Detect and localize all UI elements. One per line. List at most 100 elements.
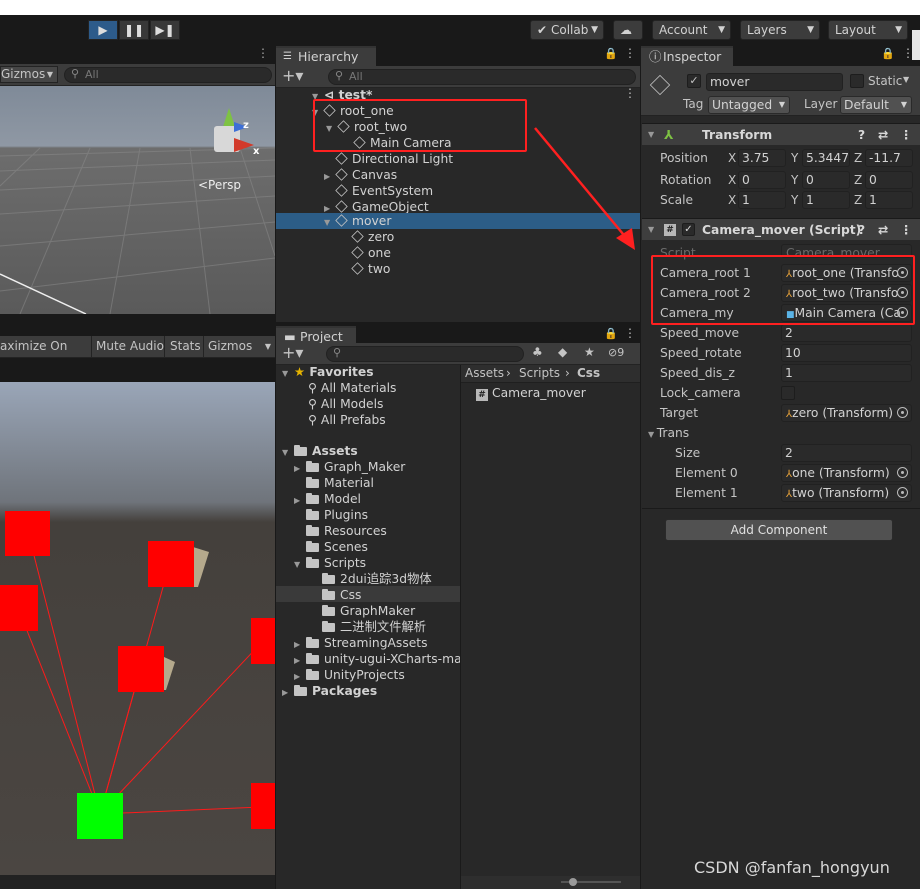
- layers-dropdown[interactable]: Layers ▼: [740, 20, 820, 40]
- folder-item[interactable]: ▶ UnityProjects: [294, 667, 405, 683]
- tab-hierarchy[interactable]: ☰ Hierarchy: [276, 46, 376, 66]
- folder-item[interactable]: Resources: [294, 523, 387, 539]
- folder-item-selected[interactable]: Css: [322, 587, 361, 603]
- active-checkbox[interactable]: ✓: [687, 74, 701, 88]
- object-name-field[interactable]: mover: [706, 73, 843, 91]
- folder-item[interactable]: Scenes: [294, 539, 368, 555]
- size-field[interactable]: 2: [781, 444, 912, 462]
- filter-label-icon[interactable]: ◆: [558, 345, 567, 359]
- folder-item[interactable]: ▶ unity-ugui-XCharts-mas: [294, 651, 460, 667]
- hierarchy-item[interactable]: zero: [351, 229, 394, 245]
- enabled-checkbox[interactable]: ✓: [682, 223, 695, 236]
- axis-z-label[interactable]: Z: [854, 149, 862, 167]
- axis-z-label[interactable]: Z: [854, 191, 862, 209]
- hierarchy-item[interactable]: ▶ Canvas: [324, 167, 397, 183]
- layout-dropdown[interactable]: Layout ▼: [828, 20, 908, 40]
- favorite-item[interactable]: ⚲ All Models: [308, 396, 383, 412]
- breadcrumb-item[interactable]: Scripts: [519, 366, 560, 380]
- cloud-button[interactable]: ☁: [613, 20, 643, 40]
- project-splitter[interactable]: [460, 365, 461, 889]
- x-axis-cone-icon[interactable]: [234, 138, 254, 152]
- red-cube[interactable]: [118, 646, 164, 692]
- help-icon[interactable]: ?: [858, 219, 865, 241]
- favorites-row[interactable]: ▼ ★ Favorites: [282, 364, 374, 380]
- lock-icon[interactable]: 🔒: [881, 47, 895, 60]
- play-button[interactable]: ▶: [88, 20, 118, 40]
- hierarchy-search-input[interactable]: All: [328, 69, 636, 85]
- axis-y-label[interactable]: Y: [791, 191, 798, 209]
- red-cube[interactable]: [251, 618, 275, 664]
- packages-row[interactable]: ▶ Packages: [282, 683, 377, 699]
- green-cube[interactable]: [77, 793, 123, 839]
- object-picker-icon[interactable]: [897, 487, 908, 498]
- favorite-item[interactable]: ⚲ All Prefabs: [308, 412, 386, 428]
- transform-header[interactable]: ▼ ⅄ Transform ? ⇄ ⋮: [642, 123, 920, 145]
- folder-item[interactable]: Plugins: [294, 507, 368, 523]
- axis-y-label[interactable]: Y: [791, 149, 798, 167]
- tab-inspector[interactable]: ⓘ Inspector: [641, 46, 733, 66]
- kebab-menu-icon[interactable]: ⋮: [900, 219, 912, 241]
- hierarchy-item[interactable]: two: [351, 261, 390, 277]
- rotation-z-field[interactable]: 0: [865, 171, 913, 189]
- axis-y-label[interactable]: Y: [791, 171, 798, 189]
- static-checkbox[interactable]: [850, 74, 864, 88]
- favorite-item[interactable]: ⚲ All Materials: [308, 380, 396, 396]
- speed-move-field[interactable]: 2: [781, 324, 912, 342]
- scene-view[interactable]: x z <Persp: [0, 86, 275, 314]
- red-cube[interactable]: [5, 511, 50, 556]
- speed-rotate-field[interactable]: 10: [781, 344, 912, 362]
- gizmos-dropdown[interactable]: Gizmos ▼: [0, 66, 58, 83]
- filter-type-icon[interactable]: ♣: [532, 345, 543, 359]
- account-dropdown[interactable]: Account ▼: [652, 20, 731, 40]
- stats-toggle[interactable]: Stats: [166, 336, 204, 357]
- game-gizmos-dropdown[interactable]: Gizmos ▼: [205, 336, 275, 357]
- folder-item[interactable]: 2dui追踪3d物体: [322, 571, 432, 587]
- rotation-x-field[interactable]: 0: [738, 171, 786, 189]
- breadcrumb-item[interactable]: Css: [577, 366, 600, 380]
- persp-label[interactable]: <Persp: [198, 178, 241, 192]
- breadcrumb-item[interactable]: Assets: [465, 366, 504, 380]
- scene-search-input[interactable]: All: [64, 67, 272, 83]
- red-cube[interactable]: [0, 585, 38, 631]
- kebab-menu-icon[interactable]: ⋮: [257, 46, 269, 60]
- hierarchy-item[interactable]: EventSystem: [324, 183, 433, 199]
- hierarchy-item[interactable]: Directional Light: [324, 151, 453, 167]
- position-z-field[interactable]: -11.7: [865, 149, 913, 167]
- hierarchy-item[interactable]: one: [351, 245, 391, 261]
- position-x-field[interactable]: 3.75: [738, 149, 786, 167]
- element-0-field[interactable]: ⅄one (Transform): [781, 464, 912, 482]
- lock-camera-checkbox[interactable]: [781, 386, 795, 400]
- scale-y-field[interactable]: 1: [802, 191, 850, 209]
- game-view[interactable]: [0, 382, 275, 875]
- axis-x-label[interactable]: X: [728, 149, 736, 167]
- add-icon[interactable]: +▾: [282, 66, 303, 86]
- axis-z-label[interactable]: Z: [854, 171, 862, 189]
- rotation-y-field[interactable]: 0: [802, 171, 850, 189]
- lock-icon[interactable]: 🔒: [604, 47, 618, 60]
- step-button[interactable]: ▶❚: [150, 20, 180, 40]
- red-cube[interactable]: [148, 541, 194, 587]
- folder-item[interactable]: GraphMaker: [322, 603, 415, 619]
- assets-row[interactable]: ▼ Assets: [282, 443, 358, 459]
- lock-icon[interactable]: 🔒: [604, 327, 618, 340]
- asset-file[interactable]: # Camera_mover: [476, 385, 586, 401]
- preset-icon[interactable]: ⇄: [878, 219, 888, 241]
- axis-x-label[interactable]: X: [728, 191, 736, 209]
- tag-dropdown[interactable]: Untagged ▼: [708, 96, 790, 114]
- folder-item[interactable]: ▶ Model: [294, 491, 361, 507]
- add-component-button[interactable]: Add Component: [665, 519, 893, 541]
- favorite-star-icon[interactable]: ★: [584, 345, 595, 359]
- speed-dis-z-field[interactable]: 1: [781, 364, 912, 382]
- collab-button[interactable]: ✔ Collab ▼: [530, 20, 604, 40]
- trans-foldout[interactable]: ▼ Trans: [648, 424, 689, 442]
- folder-item[interactable]: ▶ Graph_Maker: [294, 459, 405, 475]
- axis-x-label[interactable]: X: [728, 171, 736, 189]
- kebab-menu-icon[interactable]: ⋮: [900, 124, 912, 146]
- folder-item[interactable]: ▶ StreamingAssets: [294, 635, 428, 651]
- object-picker-icon[interactable]: [897, 467, 908, 478]
- red-cube[interactable]: [251, 783, 275, 829]
- position-y-field[interactable]: 5.3447: [802, 149, 850, 167]
- kebab-menu-icon[interactable]: ⋮: [624, 46, 636, 60]
- preset-icon[interactable]: ⇄: [878, 124, 888, 146]
- kebab-menu-icon[interactable]: ⋮: [624, 86, 636, 100]
